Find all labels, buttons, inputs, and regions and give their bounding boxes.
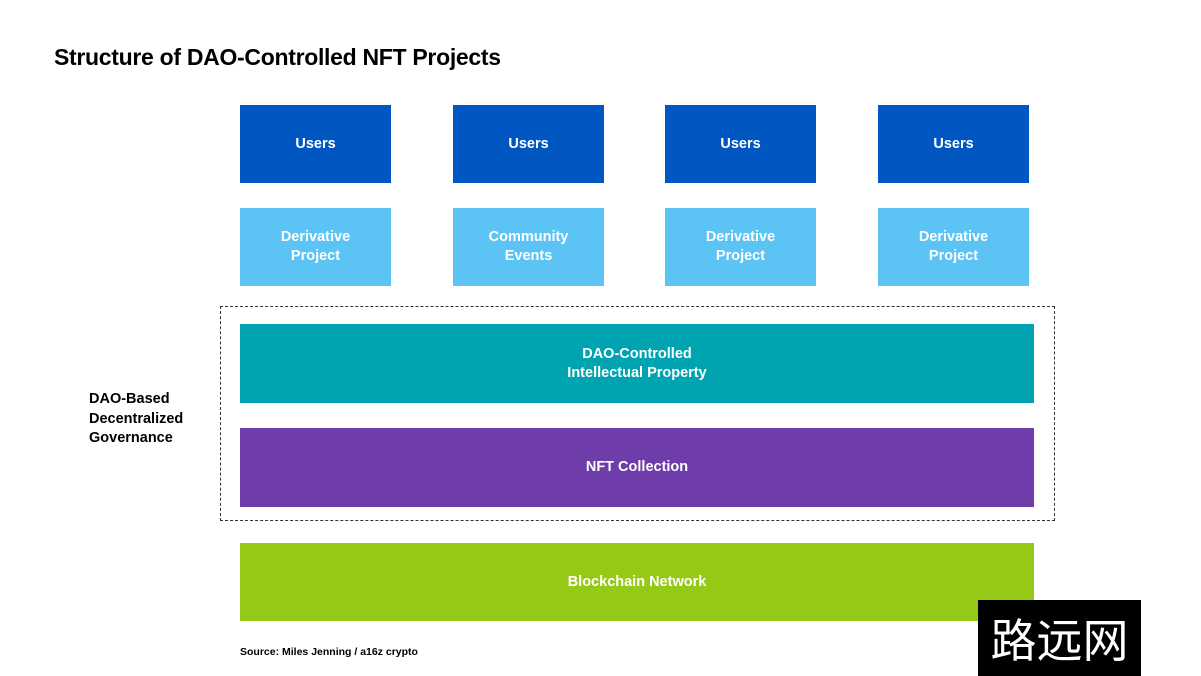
users-box-4: Users — [878, 105, 1029, 183]
project-box-3: Derivative Project — [665, 208, 816, 286]
users-box-1: Users — [240, 105, 391, 183]
blockchain-layer: Blockchain Network — [240, 543, 1034, 621]
users-box-2: Users — [453, 105, 604, 183]
watermark-logo: 路远网 — [978, 600, 1141, 676]
project-box-2: Community Events — [453, 208, 604, 286]
governance-label: DAO-Based Decentralized Governance — [89, 391, 184, 446]
project-box-1: Derivative Project — [240, 208, 391, 286]
source-note: Source: Miles Jenning / a16z crypto — [240, 646, 418, 658]
diagram-title: Structure of DAO-Controlled NFT Projects — [54, 44, 501, 70]
project-box-4: Derivative Project — [878, 208, 1029, 286]
nft-collection-layer: NFT Collection — [240, 428, 1034, 507]
ip-layer: DAO-Controlled Intellectual Property — [240, 324, 1034, 403]
users-box-3: Users — [665, 105, 816, 183]
